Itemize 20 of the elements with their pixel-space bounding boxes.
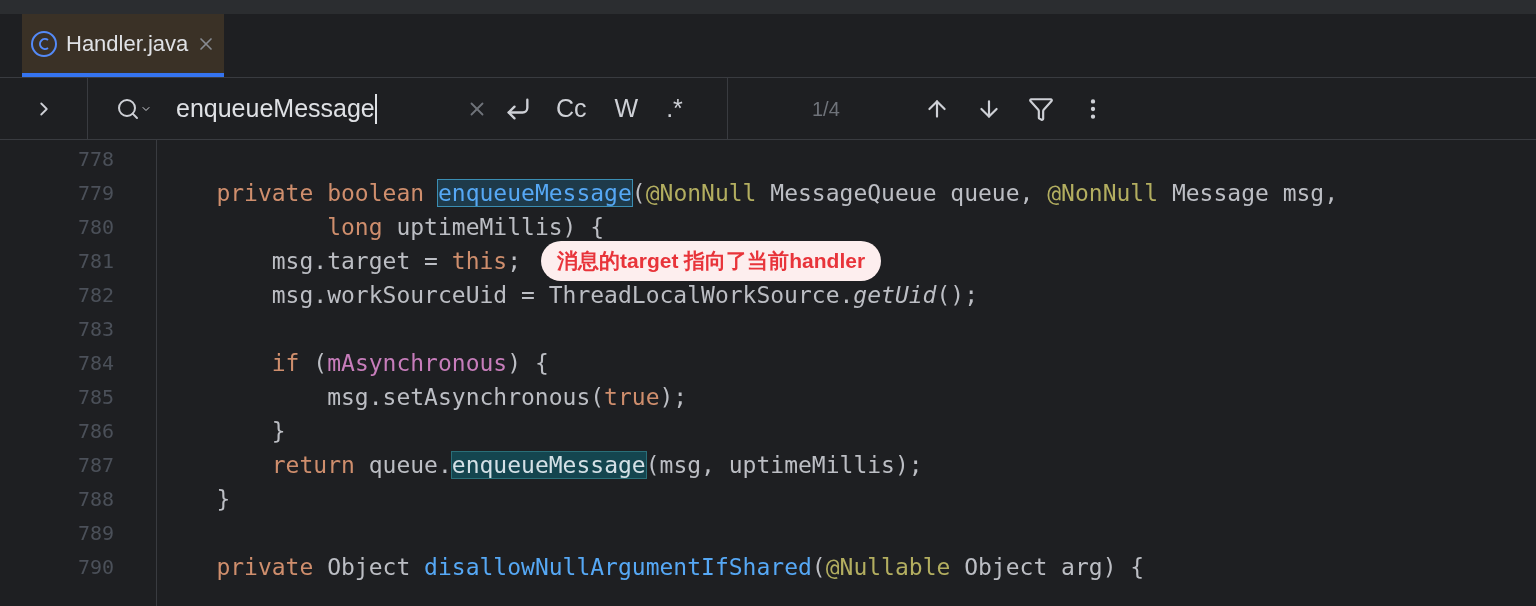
code-line: msg.setAsynchronous(true); [326,382,688,412]
code-line: if (mAsynchronous) { [270,348,549,378]
code-line: msg.target = this; [270,246,522,276]
code-line: private boolean enqueueMessage(@NonNull MessageQueue queue, @NonNull Message msg, [215,178,1339,208]
code-line: msg.workSourceUid = ThreadLocalWorkSource.getUid(); [270,280,978,310]
search-option-button[interactable]: Cc [552,89,591,128]
search-option-button[interactable]: .* [662,89,687,128]
match-count: 1/4 [812,96,840,122]
code-line: } [270,416,286,446]
filter-icon[interactable] [1027,95,1054,122]
code-line: private Object disallowNullArgumentIfShared(@Nullable Object arg) { [215,552,1145,582]
annotation-callout: 消息的target 指向了当前handler [541,241,882,281]
code-line: long uptimeMillis) { [326,212,605,242]
code-line: } [215,484,231,514]
code-line: return queue.enqueueMessage(msg, uptimeMillis); [270,450,923,480]
search-history-icon[interactable] [116,96,152,121]
class-icon [30,29,58,58]
search-option-button[interactable]: W [610,89,643,128]
search-field[interactable]: enqueueMessage [176,89,466,128]
file-tab[interactable]: Handler.java [22,14,225,77]
